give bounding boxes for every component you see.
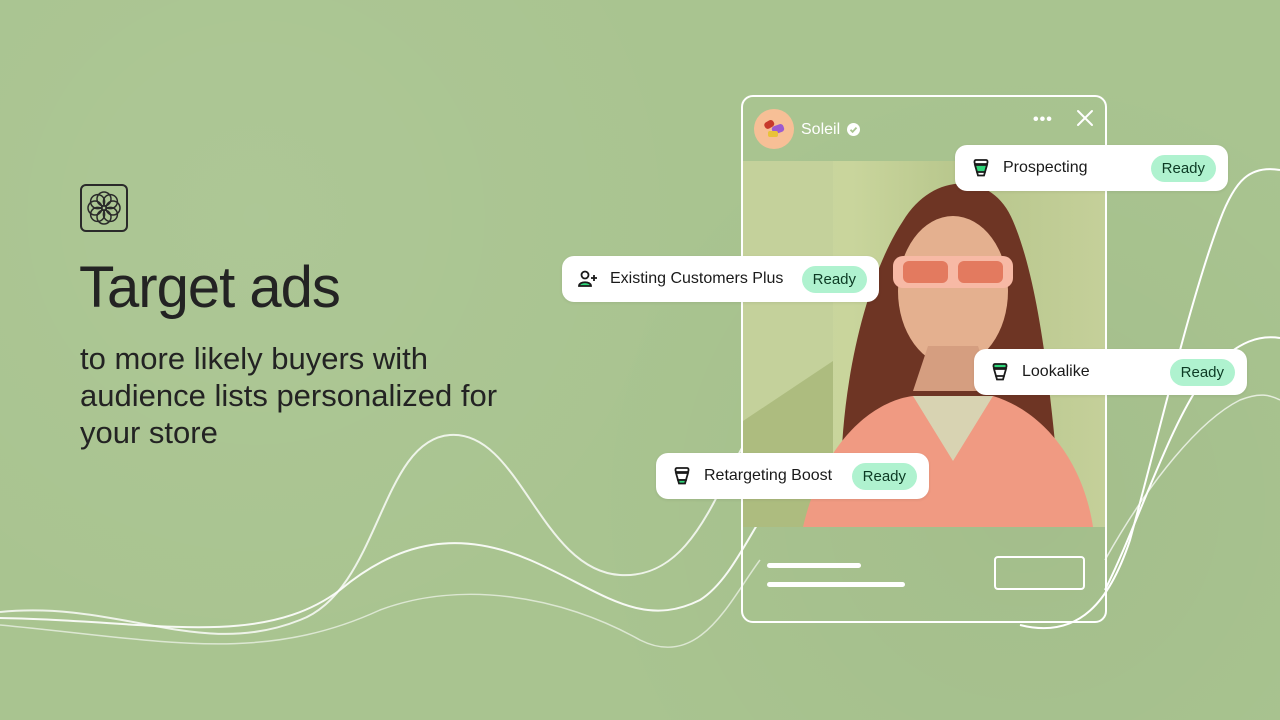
audience-card-lookalike[interactable]: Lookalike Ready [974,349,1247,395]
caption-line-placeholder [767,563,861,568]
subheadline: to more likely buyers with audience list… [80,341,498,450]
audience-label: Lookalike [1022,363,1090,380]
status-badge: Ready [1169,358,1235,386]
status-badge: Ready [851,462,917,490]
funnel-icon [990,362,1010,382]
audience-label: Existing Customers Plus [610,270,784,287]
audience-card-prospecting[interactable]: Prospecting Ready [955,145,1228,191]
logo [80,184,128,232]
status-badge: Ready [801,265,867,293]
sunglasses-avatar-icon [764,120,785,137]
audience-card-existing-customers-plus[interactable]: Existing Customers Plus Ready [562,256,879,302]
more-horizontal-icon[interactable]: ••• [1033,111,1053,129]
username: Soleil [801,121,841,138]
avatar[interactable] [754,109,794,149]
cta-button-placeholder[interactable] [994,556,1085,590]
headline: Target ads [79,255,341,320]
person-add-icon [578,269,598,289]
funnel-icon [672,466,692,486]
audience-label: Retargeting Boost [704,467,833,484]
caption-line-placeholder [767,582,905,587]
audience-card-retargeting-boost[interactable]: Retargeting Boost Ready [656,453,929,499]
audience-label: Prospecting [1003,159,1088,176]
verified-check-icon [847,123,860,136]
close-icon[interactable] [1076,109,1094,127]
status-badge: Ready [1150,154,1216,182]
funnel-icon [971,158,991,178]
flower-icon [87,191,121,225]
